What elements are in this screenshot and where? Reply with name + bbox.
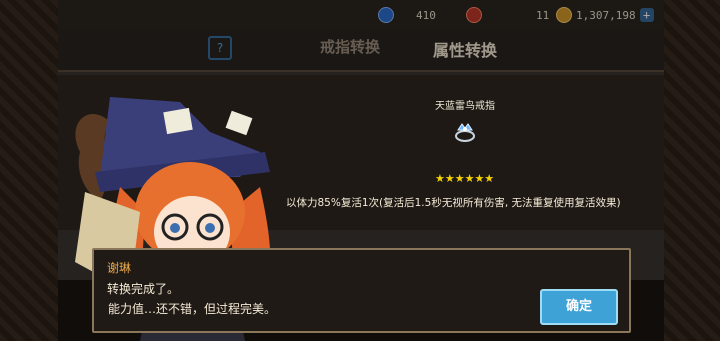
dialog-line-1: 转换完成了。	[107, 282, 180, 296]
rarity-stars: ★★★★★★	[435, 172, 495, 185]
ring-icon	[455, 123, 475, 142]
confirm-button[interactable]: 确定	[540, 289, 618, 325]
item-name: 天蓝雷鸟戒指	[435, 101, 495, 112]
item-effect-text: 以体力85%复活1次(复活后1.5秒无视所有伤害, 无法重复使用复活效果)	[286, 197, 621, 209]
dialog-line-2: 能力值…还不错，但过程完美。	[108, 302, 277, 316]
speaker-name: 谢琳	[107, 261, 132, 275]
